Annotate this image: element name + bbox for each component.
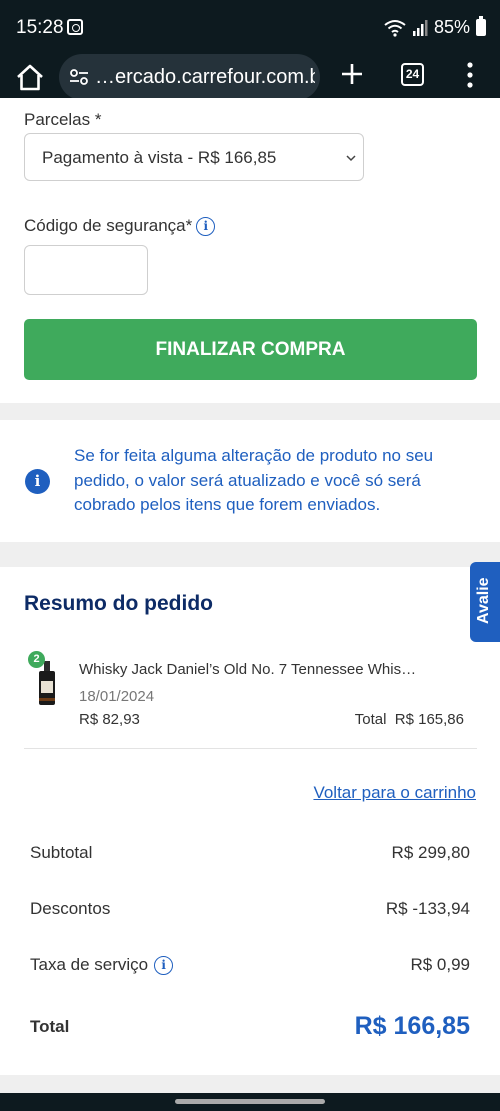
chevron-down-icon [346, 155, 356, 162]
product-total-label: Total [354, 711, 387, 728]
discount-row: Descontos R$ -133,94 [30, 899, 470, 923]
product-image [39, 661, 55, 705]
product-total-value: R$ 165,86 [394, 711, 464, 728]
plus-icon[interactable] [338, 60, 366, 88]
discount-value: R$ -133,94 [385, 899, 470, 918]
discount-label: Descontos [30, 899, 111, 918]
finalize-purchase-button[interactable]: FINALIZAR COMPRA [24, 319, 477, 380]
service-fee-value: R$ 0,99 [410, 955, 470, 974]
quantity-badge: 2 [28, 651, 45, 668]
info-icon: i [25, 469, 50, 494]
info-icon[interactable]: i [154, 955, 174, 975]
parcelas-selected-value: Pagamento à vista - R$ 166,85 [42, 148, 277, 167]
service-fee-label-group: Taxa de serviço i [30, 955, 174, 975]
notice-text: Se for feita alguma alteração de produto… [74, 446, 434, 514]
total-label: Total [30, 1017, 70, 1036]
product-name: Whisky Jack Daniel’s Old No. 7 Tennessee… [79, 661, 419, 678]
home-icon[interactable] [14, 62, 46, 94]
feedback-tab[interactable]: Avalie [470, 562, 500, 642]
subtotal-row: Subtotal R$ 299,80 [30, 843, 470, 867]
tabs-icon[interactable]: 24 [401, 63, 424, 86]
order-summary: Resumo do pedido Avalie 2 Whisky Jack Da… [0, 562, 500, 1075]
parcelas-label: Parcelas * [24, 110, 102, 129]
product-unit-price: R$ 82,93 [79, 711, 140, 728]
status-indicators: 85% [384, 16, 486, 38]
url-text: …ercado.carrefour.com.br [95, 66, 315, 88]
subtotal-value: R$ 299,80 [391, 843, 470, 862]
status-bar: 15:28 85% [0, 0, 500, 54]
signal-icon [412, 19, 428, 36]
product-total: Total R$ 165,86 [355, 711, 464, 728]
back-to-cart-link[interactable]: Voltar para o carrinho [313, 783, 476, 803]
service-fee-row: Taxa de serviço i R$ 0,99 [30, 955, 470, 979]
cvv-label: Código de segurança* [24, 216, 193, 235]
site-settings-icon[interactable] [69, 67, 89, 87]
subtotal-label: Subtotal [30, 843, 93, 862]
battery-icon [476, 16, 486, 36]
more-vert-icon[interactable] [464, 60, 476, 90]
parcelas-select[interactable]: Pagamento à vista - R$ 166,85 [24, 133, 364, 181]
total-value: R$ 166,85 [354, 1012, 470, 1040]
total-row: Total R$ 166,85 [30, 1012, 470, 1041]
screenshot-icon [67, 19, 83, 35]
order-notice: i Se for feita alguma alteração de produ… [0, 420, 500, 542]
info-icon[interactable]: i [196, 216, 216, 236]
url-bar[interactable]: …ercado.carrefour.com.br [59, 54, 320, 100]
service-fee-label: Taxa de serviço [30, 955, 149, 974]
summary-title: Resumo do pedido [24, 592, 213, 615]
cvv-input[interactable] [24, 245, 148, 295]
wifi-icon [384, 19, 406, 37]
cvv-label-row: Código de segurança* i [24, 216, 216, 236]
list-item: 2 Whisky Jack Daniel’s Old No. 7 Tenness… [24, 651, 477, 749]
product-date: 18/01/2024 [79, 688, 155, 705]
home-pill[interactable] [175, 1099, 325, 1104]
feedback-tab-label: Avalie [475, 577, 492, 624]
battery-percent: 85% [433, 17, 470, 37]
gesture-bar [0, 1093, 500, 1111]
status-time: 15:28 [16, 17, 64, 38]
